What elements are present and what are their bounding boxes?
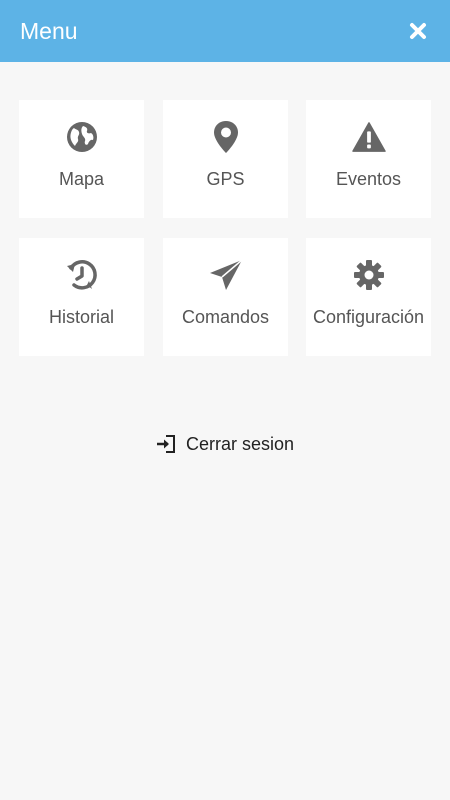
logout-label: Cerrar sesion [185, 433, 295, 454]
menu-tile-label: Configuración [312, 307, 425, 327]
menu-tile-label: Historial [48, 307, 114, 327]
menu-tile-comandos[interactable]: Comandos [163, 238, 288, 356]
menu-tile-label: Eventos [335, 169, 402, 189]
menu-tile-historial[interactable]: Historial [19, 238, 144, 356]
menu-tile-gps[interactable]: GPS [163, 100, 288, 218]
menu-tile-label: GPS [206, 169, 245, 189]
menu-tile-mapa[interactable]: Mapa [19, 100, 144, 218]
logout-button[interactable]: Cerrar sesion [0, 430, 450, 458]
send-icon [209, 258, 243, 292]
menu-tile-configuracion[interactable]: Configuración [306, 238, 431, 356]
sign-in-icon [156, 435, 175, 453]
map-marker-icon [209, 120, 243, 154]
gear-icon [352, 258, 386, 292]
close-icon [410, 23, 426, 39]
warning-icon [351, 120, 386, 154]
menu-tile-label: Comandos [181, 307, 270, 327]
close-button[interactable] [406, 19, 430, 43]
globe-icon [65, 120, 99, 154]
page-title: Menu [20, 17, 78, 44]
logout-content: Cerrar sesion [156, 434, 294, 455]
header-bar: Menu [0, 0, 450, 62]
menu-tile-eventos[interactable]: Eventos [306, 100, 431, 218]
history-icon [65, 258, 99, 292]
menu-tile-label: Mapa [58, 169, 105, 189]
menu-screen: Menu Mapa GPS Eventos Historial Comandos… [0, 0, 450, 800]
